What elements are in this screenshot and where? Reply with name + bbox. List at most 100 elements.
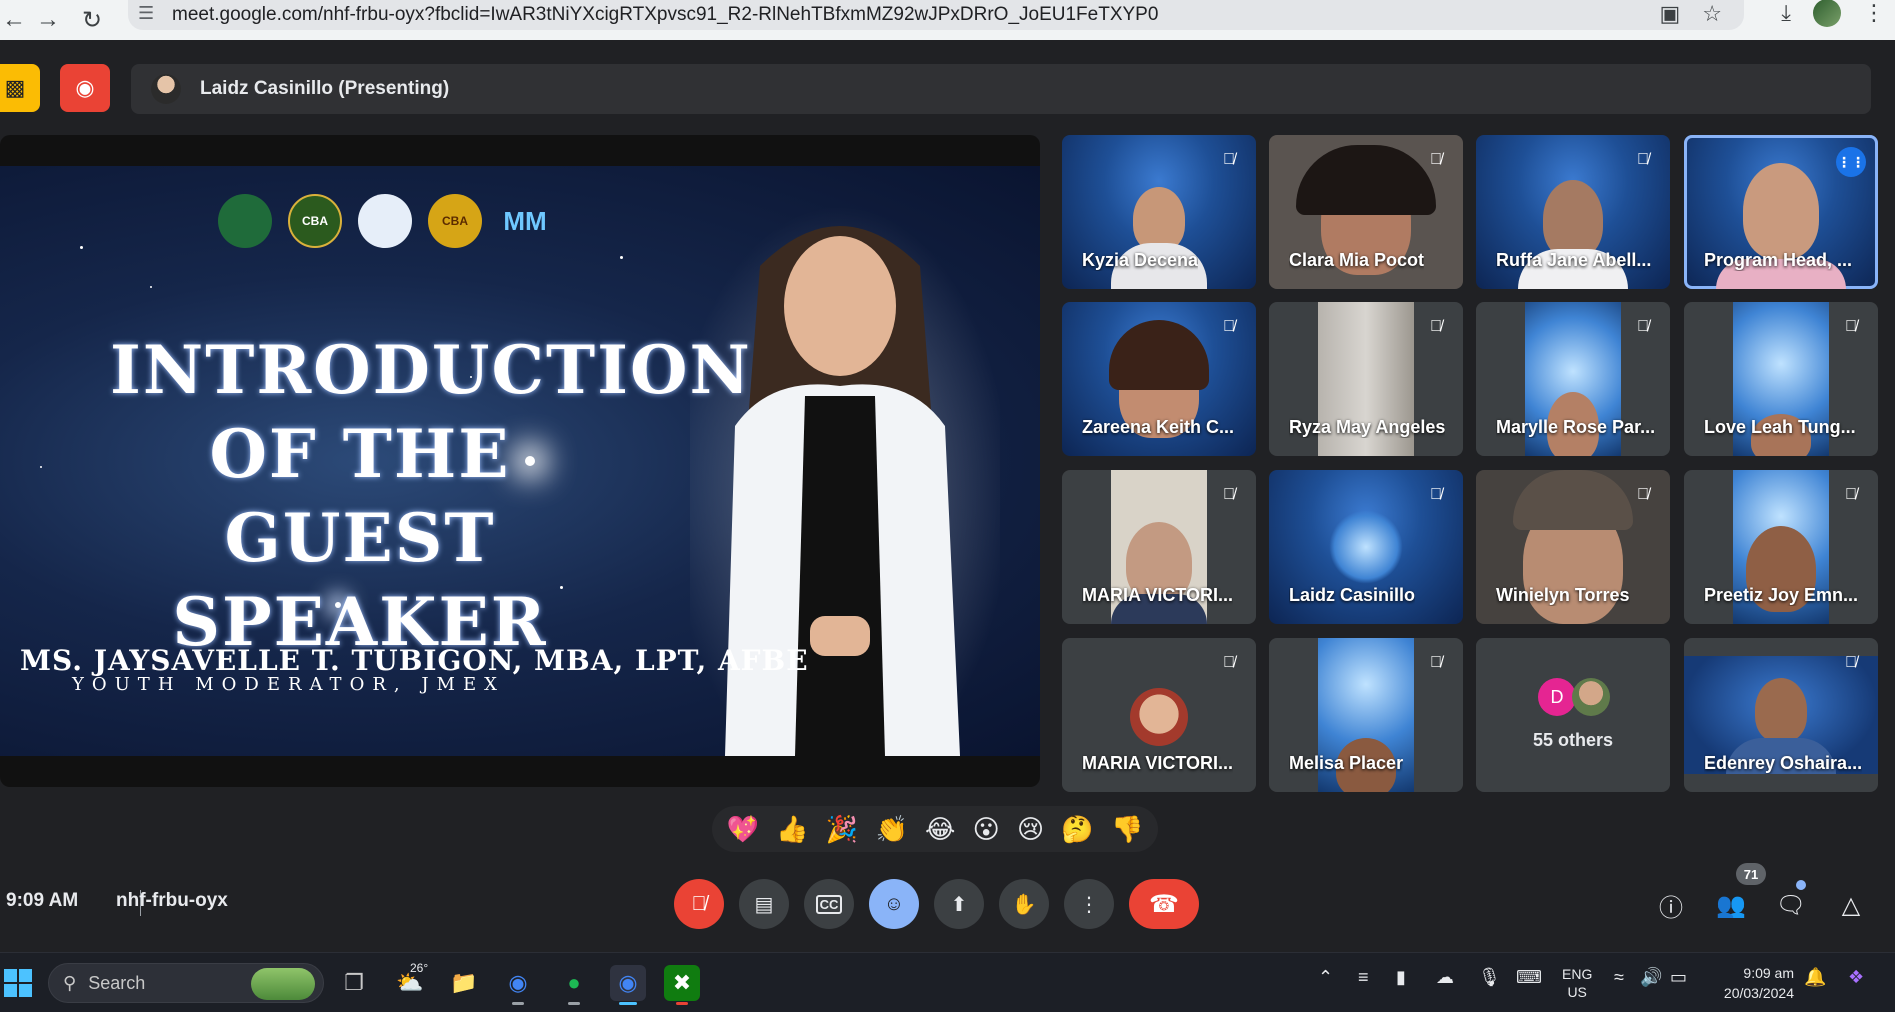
school-logo	[218, 194, 272, 248]
reaction-thumbs-up[interactable]: 👍	[776, 814, 808, 845]
system-clock[interactable]: 9:09 am 20/03/2024	[1712, 963, 1794, 1003]
participant-tile[interactable]: 🎙̸ Ruffa Jane Abell...	[1476, 135, 1670, 289]
raise-hand-button[interactable]: ✋	[999, 879, 1049, 929]
cba-logo: CBA	[288, 194, 342, 248]
taskbar-search[interactable]: ⚲ Search	[48, 963, 324, 1003]
menu-icon[interactable]: ⋮	[1863, 0, 1885, 26]
chat-icon: 🗨	[1775, 891, 1807, 919]
reactions-button[interactable]: ☺	[869, 879, 919, 929]
mic-off-icon: 🎙̸	[1223, 486, 1235, 503]
camera-in-use-icon[interactable]: ▣	[1659, 1, 1680, 27]
mic-off-icon: 🎙̸	[1430, 654, 1442, 671]
star-decoration	[620, 256, 623, 259]
participant-name: Ruffa Jane Abell...	[1496, 250, 1652, 270]
camera-toggle-button[interactable]: ▤	[739, 879, 789, 929]
mic-toggle-button[interactable]: 🎙̸	[674, 879, 724, 929]
participant-video	[1133, 187, 1185, 251]
reaction-heart[interactable]: 💖	[727, 814, 759, 845]
participant-tile[interactable]: 🎙̸ MARIA VICTORI...	[1062, 470, 1256, 624]
mic-off-icon: 🎙̸	[1223, 318, 1235, 335]
avatar	[1572, 678, 1610, 716]
microphone-icon[interactable]: 🎙	[1478, 967, 1501, 988]
meeting-details-button[interactable]: ⓘ	[1651, 885, 1691, 925]
volume-icon[interactable]: 🔊	[1640, 967, 1662, 988]
spotify-icon[interactable]: ●	[556, 965, 592, 1005]
forward-arrow-icon[interactable]: →	[26, 0, 70, 40]
participant-tile[interactable]: 🎙̸ Winielyn Torres	[1476, 470, 1670, 624]
address-bar[interactable]: ☰ meet.google.com/nhf-frbu-oyx?fbclid=Iw…	[128, 0, 1744, 30]
site-settings-icon[interactable]: ☰	[138, 3, 154, 24]
reaction-thinking[interactable]: 🤔	[1061, 814, 1093, 845]
onedrive-cloud-icon[interactable]: ☁	[1436, 967, 1454, 988]
chevron-up-icon[interactable]: ⌃	[1318, 967, 1333, 988]
participant-tile-active-speaker[interactable]: ⋮⋮ Program Head, ...	[1684, 135, 1878, 289]
participant-tile[interactable]: 🎙̸ Melisa Placer	[1269, 638, 1463, 792]
activities-button[interactable]: △	[1831, 885, 1871, 925]
reaction-clap[interactable]: 👏	[875, 814, 907, 845]
battery-icon[interactable]: ▭	[1670, 967, 1687, 988]
participant-tile[interactable]: 🎙̸ Laidz Casinillo	[1269, 470, 1463, 624]
mic-off-icon: 🎙̸	[1430, 486, 1442, 503]
avatar	[151, 74, 181, 104]
copilot-icon[interactable]: ❖	[1848, 967, 1864, 988]
chrome-icon[interactable]: ◉	[500, 965, 536, 1005]
star-decoration	[150, 286, 152, 288]
file-explorer-icon[interactable]: 📁	[446, 965, 482, 1001]
leave-call-button[interactable]: ☎	[1129, 879, 1199, 929]
windows-start-icon[interactable]	[4, 969, 32, 997]
chrome-active-icon[interactable]: ◉	[610, 965, 646, 1005]
reaction-surprised[interactable]: 😮	[973, 814, 1000, 845]
participant-name: Winielyn Torres	[1496, 585, 1630, 605]
participant-tile[interactable]: 🎙̸ Preetiz Joy Emn...	[1684, 470, 1878, 624]
reactions-bar: 💖 👍 🎉 👏 😂 😮 😢 🤔 👎	[712, 806, 1158, 852]
reload-icon[interactable]: ↻	[70, 0, 114, 40]
wifi-icon[interactable]: ≈	[1614, 967, 1624, 988]
notification-icon[interactable]: 🔔	[1804, 967, 1826, 988]
people-icon: 👥	[1716, 891, 1746, 919]
profile-avatar[interactable]	[1813, 0, 1841, 27]
more-options-button[interactable]: ⋮	[1064, 879, 1114, 929]
participant-count-badge: 71	[1736, 863, 1766, 885]
participant-name: Melisa Placer	[1289, 753, 1404, 773]
participant-tile[interactable]: 🎙̸ Edenrey Oshaira...	[1684, 638, 1878, 792]
participant-tile[interactable]: 🎙̸ Kyzia Decena	[1062, 135, 1256, 289]
reaction-laugh[interactable]: 😂	[925, 814, 955, 845]
chat-button[interactable]: 🗨	[1771, 885, 1811, 925]
participant-tile[interactable]: 🎙̸ Love Leah Tung...	[1684, 302, 1878, 456]
participant-name: MARIA VICTORI...	[1082, 753, 1234, 773]
language-indicator[interactable]: ENG US	[1562, 965, 1592, 1001]
avatar: D	[1538, 678, 1576, 716]
download-icon[interactable]: ⤓	[1781, 0, 1791, 26]
reaction-sad[interactable]: 😢	[1017, 814, 1044, 845]
participant-tile[interactable]: 🎙̸ Clara Mia Pocot	[1269, 135, 1463, 289]
organization-logo	[358, 194, 412, 248]
task-view-icon[interactable]: ❐	[336, 965, 372, 1001]
search-icon: ⚲	[63, 972, 77, 993]
bookmark-star-icon[interactable]: ☆	[1702, 1, 1722, 27]
present-off-icon[interactable]: ▩	[0, 64, 40, 112]
people-button[interactable]: 👥	[1711, 885, 1751, 925]
present-now-button[interactable]: ⬆	[934, 879, 984, 929]
performance-icon[interactable]: ▮	[1396, 967, 1406, 988]
others-tile[interactable]: D 55 others	[1476, 638, 1670, 792]
record-icon[interactable]: ◉	[60, 64, 110, 112]
speaker-role: YOUTH MODERATOR, JMEX	[72, 674, 505, 695]
keyboard-icon[interactable]: ⌨	[1516, 967, 1542, 988]
search-highlight-image	[251, 968, 315, 1000]
mic-off-icon: 🎙̸	[1637, 151, 1649, 168]
participant-tile[interactable]: 🎙̸ Ryza May Angeles	[1269, 302, 1463, 456]
reaction-party[interactable]: 🎉	[826, 814, 858, 845]
participant-name: Love Leah Tung...	[1704, 417, 1856, 437]
participant-tile[interactable]: 🎙̸ Marylle Rose Par...	[1476, 302, 1670, 456]
meeting-code: nhf-frbu-oyx	[116, 890, 228, 911]
reaction-thumbs-down[interactable]: 👎	[1111, 814, 1143, 845]
speaker-name: MS. JAYSAVELLE T. TUBIGON, MBA, LPT, AFB…	[20, 644, 809, 677]
mic-off-icon: 🎙̸	[1430, 151, 1442, 168]
settings-sliders-icon[interactable]: ≡	[1358, 967, 1369, 988]
participant-tile[interactable]: 🎙̸ MARIA VICTORI...	[1062, 638, 1256, 792]
xbox-icon[interactable]: ✖	[664, 965, 700, 1005]
mic-off-icon: 🎙̸	[1430, 318, 1442, 335]
captions-button[interactable]: CC	[804, 879, 854, 929]
participant-tile[interactable]: 🎙̸ Zareena Keith C...	[1062, 302, 1256, 456]
video-camera-icon: ▤	[754, 893, 774, 916]
